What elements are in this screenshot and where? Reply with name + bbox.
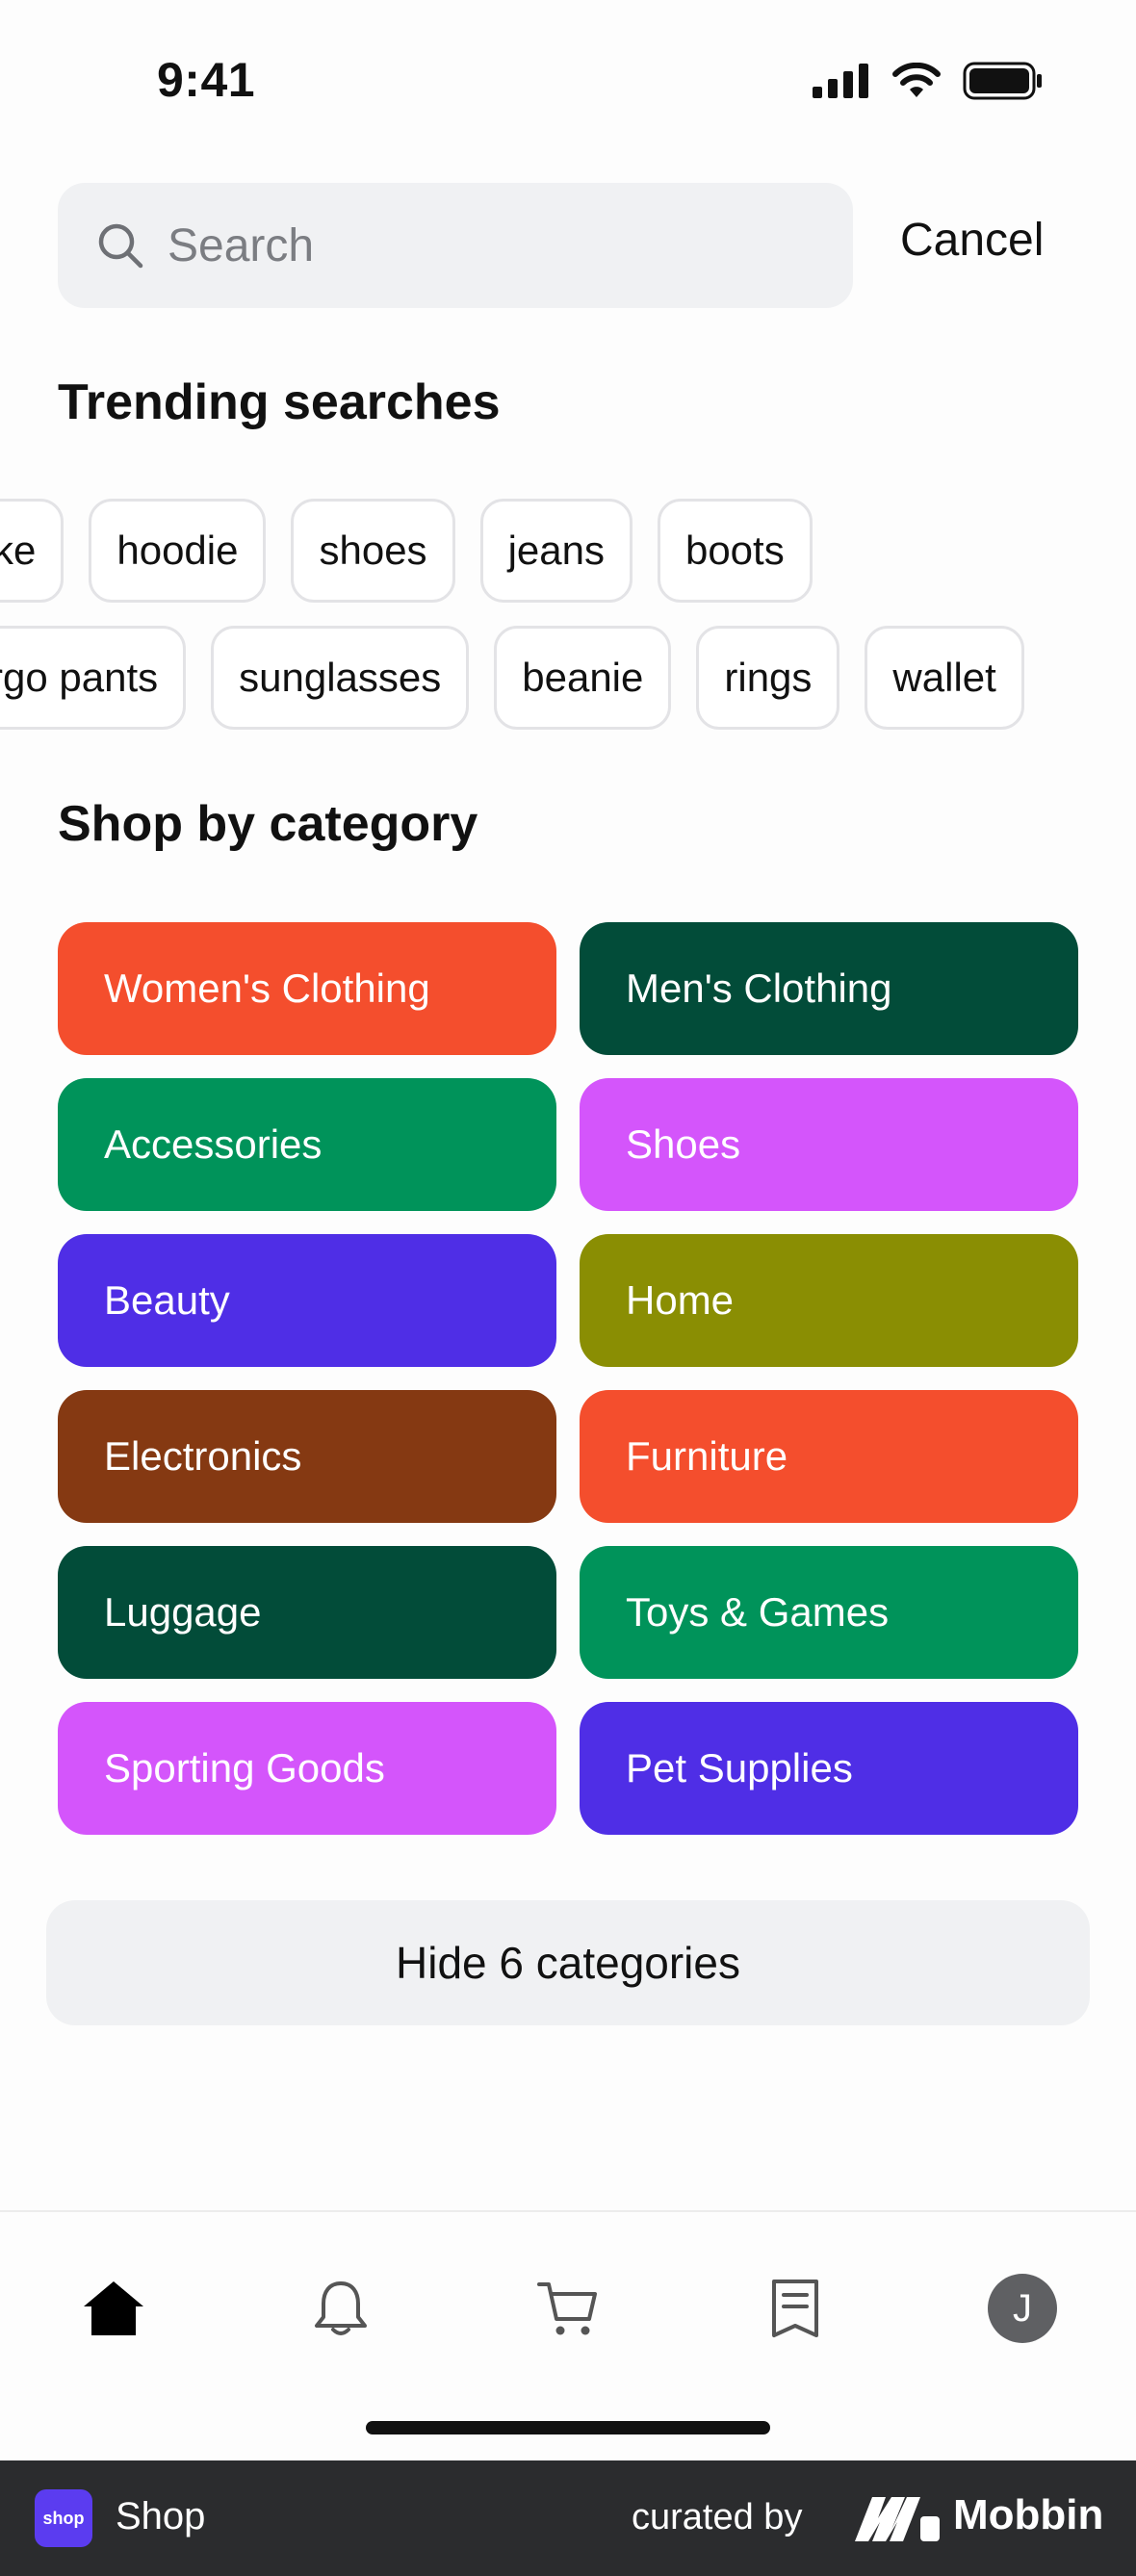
category-button[interactable]: Toys & Games	[580, 1546, 1078, 1679]
trending-title: Trending searches	[58, 374, 501, 430]
category-title: Shop by category	[58, 796, 478, 852]
cancel-button[interactable]: Cancel	[900, 214, 1044, 267]
signal-icon	[813, 64, 868, 98]
category-button[interactable]: Electronics	[58, 1390, 556, 1523]
status-bar: 9:41	[0, 0, 1136, 164]
attribution-footer: shop Shop curated by Mobbin	[0, 2460, 1136, 2576]
home-icon	[84, 2281, 143, 2335]
curated-by-label: curated by	[632, 2497, 803, 2537]
app-name: Shop	[116, 2495, 206, 2537]
category-button[interactable]: Beauty	[58, 1234, 556, 1367]
trending-chip[interactable]: ke	[0, 499, 65, 603]
tab-cart[interactable]	[529, 2270, 607, 2347]
trending-chip[interactable]: boots	[657, 499, 813, 603]
bell-icon	[315, 2281, 367, 2335]
category-button[interactable]: Women's Clothing	[58, 922, 556, 1055]
trending-chip[interactable]: rings	[696, 626, 840, 730]
mobbin-logo-icon	[855, 2497, 940, 2541]
home-indicator	[366, 2421, 770, 2434]
tab-profile[interactable]: J	[984, 2270, 1061, 2347]
category-button[interactable]: Furniture	[580, 1390, 1078, 1523]
category-button[interactable]: Home	[580, 1234, 1078, 1367]
category-button[interactable]: Sporting Goods	[58, 1702, 556, 1835]
cart-icon	[537, 2282, 597, 2335]
search-placeholder: Search	[168, 219, 315, 271]
category-button[interactable]: Accessories	[58, 1078, 556, 1211]
category-button[interactable]: Pet Supplies	[580, 1702, 1078, 1835]
wifi-icon	[892, 63, 941, 97]
category-button[interactable]: Luggage	[58, 1546, 556, 1679]
trending-chip[interactable]: wallet	[865, 626, 1024, 730]
avatar: J	[988, 2274, 1057, 2343]
category-button[interactable]: Shoes	[580, 1078, 1078, 1211]
search-icon	[98, 223, 143, 269]
category-grid: Women's Clothing Men's Clothing Accessor…	[58, 922, 1078, 1835]
receipt-icon	[772, 2280, 818, 2337]
trending-chip[interactable]: rgo pants	[0, 626, 187, 730]
tab-orders[interactable]	[757, 2270, 834, 2347]
trending-chip[interactable]: beanie	[494, 626, 672, 730]
search-input[interactable]: Search	[58, 183, 853, 308]
status-time: 9:41	[157, 53, 256, 107]
trending-chip[interactable]: sunglasses	[211, 626, 470, 730]
battery-icon	[963, 62, 1042, 100]
status-icons	[813, 62, 1044, 100]
trending-chip[interactable]: jeans	[479, 499, 633, 603]
tab-home[interactable]	[75, 2270, 152, 2347]
trending-chip[interactable]: hoodie	[89, 499, 267, 603]
mobbin-name: Mobbin	[953, 2491, 1104, 2538]
trending-row-2: rgo pants sunglasses beanie rings wallet	[0, 626, 1024, 730]
trending-row-1: ke hoodie shoes jeans boots	[0, 499, 813, 603]
app-badge: shop	[35, 2489, 92, 2547]
hide-categories-button[interactable]: Hide 6 categories	[46, 1900, 1090, 2025]
category-button[interactable]: Men's Clothing	[580, 922, 1078, 1055]
trending-chip[interactable]: shoes	[291, 499, 455, 603]
tab-notifications[interactable]	[302, 2270, 379, 2347]
